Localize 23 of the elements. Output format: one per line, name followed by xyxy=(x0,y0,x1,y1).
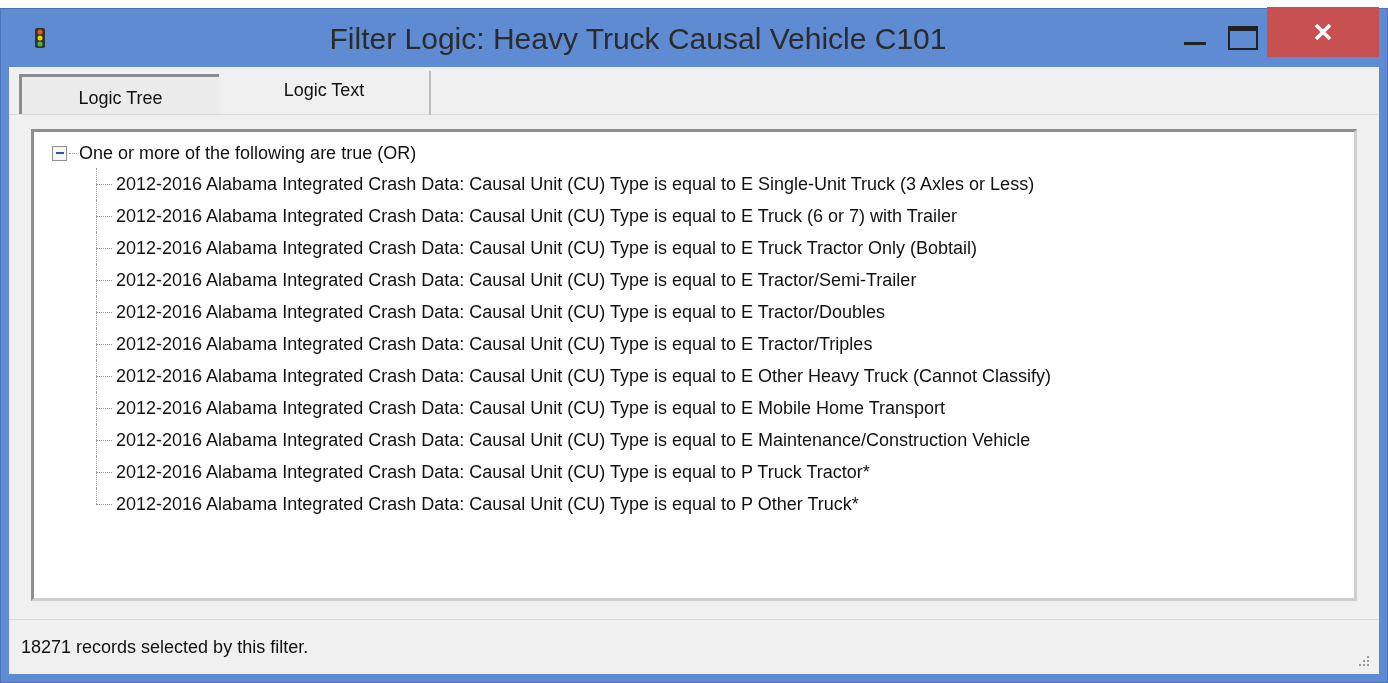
tree-node[interactable]: 2012-2016 Alabama Integrated Crash Data: Causal Unit (CU) Type is equal to E Truck Tractor Only (Bobtail) xyxy=(116,234,978,262)
tree-node[interactable]: 2012-2016 Alabama Integrated Crash Data: Causal Unit (CU) Type is equal to P Other Truck* xyxy=(116,490,859,518)
tree-node[interactable]: 2012-2016 Alabama Integrated Crash Data: Causal Unit (CU) Type is equal to P Truck Tractor* xyxy=(116,458,870,486)
close-icon xyxy=(1314,23,1332,41)
minimize-icon xyxy=(1184,41,1206,45)
tree-node[interactable]: 2012-2016 Alabama Integrated Crash Data: Causal Unit (CU) Type is equal to E Other Heavy Truck (Cannot Classify) xyxy=(116,362,1052,390)
tree-node[interactable]: 2012-2016 Alabama Integrated Crash Data: Causal Unit (CU) Type is equal to E Maintenance/Construction Vehicle xyxy=(116,426,1031,454)
close-button[interactable] xyxy=(1267,7,1379,57)
tree-node[interactable]: One or more of the following are true (OR) xyxy=(79,139,417,167)
tree-node[interactable]: 2012-2016 Alabama Integrated Crash Data: Causal Unit (CU) Type is equal to E Tractor/Doubles xyxy=(116,298,886,326)
resize-grip-icon[interactable] xyxy=(1357,654,1369,666)
tree-node[interactable]: 2012-2016 Alabama Integrated Crash Data: Causal Unit (CU) Type is equal to E Tractor/Triples xyxy=(116,330,873,358)
tab[interactable]: Logic Text xyxy=(219,71,431,115)
tree-node[interactable]: 2012-2016 Alabama Integrated Crash Data: Causal Unit (CU) Type is equal to E Truck (6 or 7) with Trailer xyxy=(116,202,958,230)
status-text: 18271 records selected by this filter. xyxy=(21,635,309,659)
tree-node[interactable]: 2012-2016 Alabama Integrated Crash Data: Causal Unit (CU) Type is equal to E Mobile Home Transport xyxy=(116,394,946,422)
collapse-toggle[interactable] xyxy=(52,145,67,161)
tab[interactable]: Logic Tree xyxy=(19,74,219,114)
traffic-light-icon xyxy=(35,28,45,48)
window-title: Filter Logic: Heavy Truck Causal Vehicle C101 xyxy=(328,20,947,57)
tree-node[interactable]: 2012-2016 Alabama Integrated Crash Data: Causal Unit (CU) Type is equal to E Tractor/Semi-Trailer xyxy=(116,266,917,294)
tree-node[interactable]: 2012-2016 Alabama Integrated Crash Data: Causal Unit (CU) Type is equal to E Single-Unit Truck (3 Axles or Less) xyxy=(116,170,1035,198)
maximize-icon xyxy=(1228,26,1258,50)
